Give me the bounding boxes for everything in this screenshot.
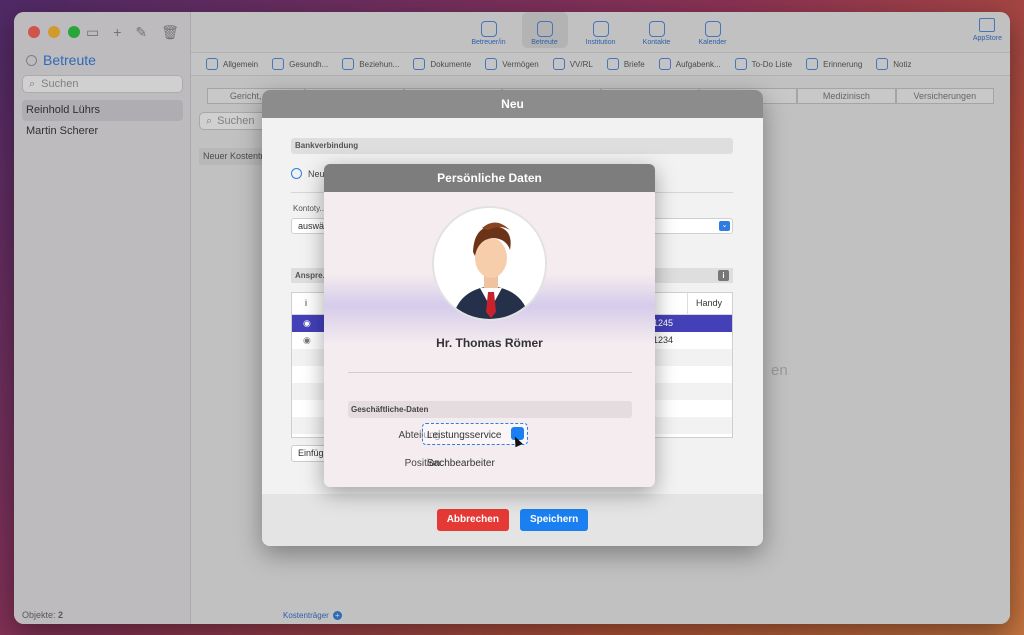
insert-button[interactable]: Einfüg... — [291, 445, 331, 462]
personal-data-popover: Persönliche Daten Hr. Thomas Römer Gesch… — [324, 164, 655, 487]
radio-new-label: Neu — [308, 168, 325, 179]
sheet-footer: Abbrechen Speichern — [262, 494, 763, 546]
column-divider — [687, 293, 688, 315]
bank-section-header: Bankverbindung — [291, 138, 733, 154]
chevron-down-icon: ⌄ — [719, 221, 730, 231]
person-name: Hr. Thomas Römer — [436, 336, 543, 350]
table-header-handy[interactable]: Handy — [696, 298, 722, 308]
avatar — [432, 206, 547, 321]
eye-icon[interactable]: ◉ — [303, 318, 311, 329]
department-value: Leistungsservice — [427, 430, 502, 441]
business-section-header: Geschäftliche-Daten — [348, 401, 632, 418]
table-header-info: i — [305, 298, 307, 308]
sheet-title: Neu — [262, 90, 763, 118]
avatar-illustration — [434, 208, 545, 319]
save-button[interactable]: Speichern — [519, 509, 589, 531]
radio-icon — [291, 168, 302, 179]
info-icon[interactable]: i — [718, 270, 729, 281]
popover-divider — [348, 372, 632, 373]
radio-new[interactable]: Neu — [291, 168, 325, 179]
eye-icon[interactable]: ◉ — [303, 335, 311, 346]
popover-title: Persönliche Daten — [324, 164, 655, 192]
kontotyp-label: Kontoty... — [293, 204, 327, 213]
position-value: Sachbearbeiter — [427, 458, 495, 469]
cancel-button[interactable]: Abbrechen — [436, 509, 509, 531]
